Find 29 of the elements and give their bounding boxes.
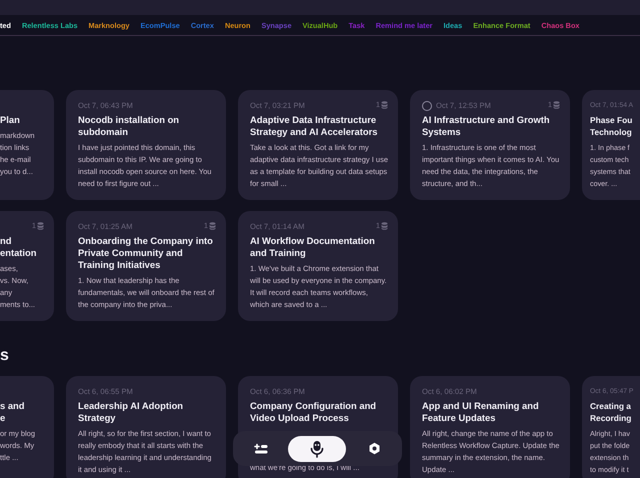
note-card[interactable] [238, 90, 398, 200]
card-title: App and UI Renaming and Feature Updates [422, 400, 540, 424]
card-title: Nocodb installation on subdomain [78, 114, 180, 138]
card-title: Technolog [590, 126, 633, 138]
section-heading: s [0, 346, 9, 366]
card-title: Plan [0, 114, 21, 126]
stack-icon [37, 222, 44, 230]
card-title: Company Configuration and Video Upload Process [250, 400, 378, 424]
record-button[interactable] [288, 436, 346, 462]
card-title: Adaptive Data Infrastructure Strategy and AI Accelerators [250, 114, 378, 138]
card-title: Recording [590, 412, 632, 424]
card-title: Onboarding the Company into Private Community and Training Initiatives [78, 235, 214, 271]
stack-icon [209, 222, 216, 230]
select-circle[interactable] [422, 100, 432, 110]
microphone-icon [310, 440, 324, 458]
card-title: AI Workflow Documentation and Training [250, 235, 376, 259]
card-title: AI Infrastructure and Growth Systems [422, 114, 551, 138]
card-title: Leadership AI Adoption Strategy [78, 400, 184, 424]
card-title: e [0, 412, 6, 424]
card-title: nd [0, 235, 12, 247]
stack-icon [381, 222, 388, 230]
card-title: entation [0, 247, 38, 259]
card-title: s and [0, 400, 26, 412]
settings-icon [368, 442, 381, 455]
card-title: Creating a [590, 400, 632, 412]
stack-icon [553, 100, 560, 108]
add-list-icon [254, 442, 268, 454]
card-title: Phase Fou [590, 114, 634, 126]
stack-icon [381, 100, 388, 108]
